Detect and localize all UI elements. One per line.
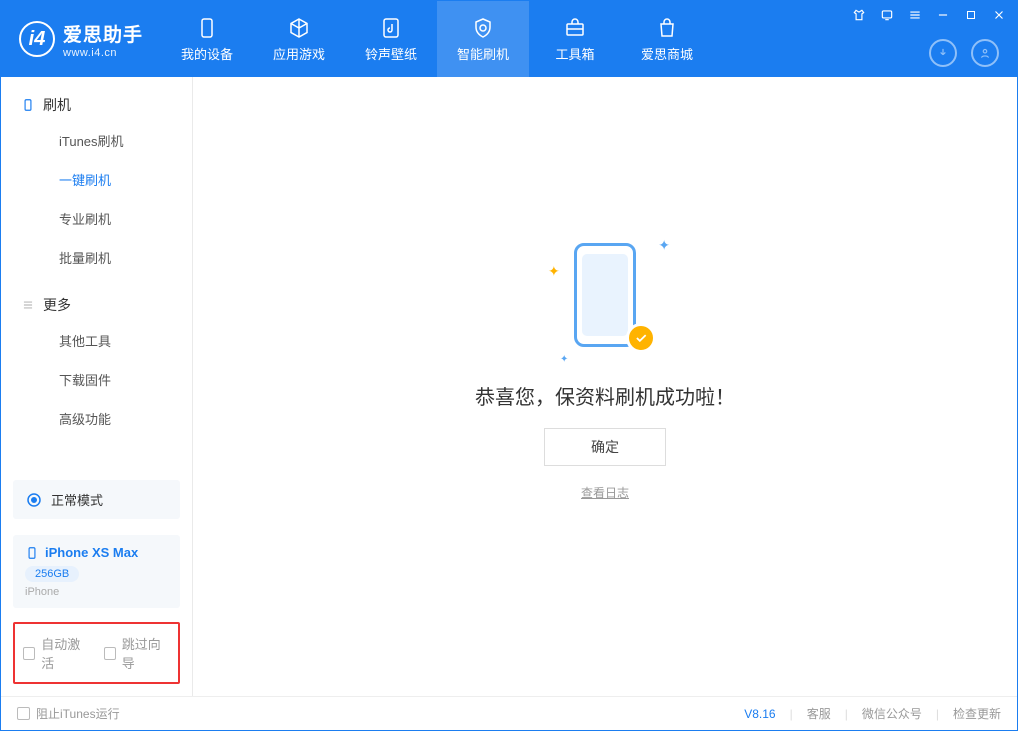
account-button[interactable] — [971, 39, 999, 67]
phone-icon — [21, 98, 35, 112]
sidebar-item-other-tools[interactable]: 其他工具 — [1, 321, 192, 360]
window-controls — [851, 7, 1007, 23]
menu-icon[interactable] — [907, 7, 923, 23]
device-storage-badge: 256GB — [25, 566, 79, 582]
download-button[interactable] — [929, 39, 957, 67]
bag-icon — [655, 16, 679, 40]
sparkle-icon: ✦ — [560, 354, 568, 365]
view-log-link[interactable]: 查看日志 — [581, 484, 629, 501]
sidebar-item-pro-flash[interactable]: 专业刷机 — [1, 199, 192, 238]
device-icon — [195, 16, 219, 40]
tab-apps-games[interactable]: 应用游戏 — [253, 1, 345, 77]
minimize-button[interactable] — [935, 7, 951, 23]
device-info[interactable]: iPhone XS Max 256GB iPhone — [13, 535, 180, 608]
success-check-icon — [626, 323, 656, 353]
ok-button[interactable]: 确定 — [544, 428, 666, 466]
footer-support-link[interactable]: 客服 — [807, 705, 831, 722]
refresh-shield-icon — [471, 16, 495, 40]
sidebar-section-flash: 刷机 — [1, 95, 192, 121]
feedback-icon[interactable] — [879, 7, 895, 23]
shirt-icon[interactable] — [851, 7, 867, 23]
checkbox-icon — [104, 647, 116, 660]
checkbox-block-itunes[interactable]: 阻止iTunes运行 — [17, 705, 120, 722]
success-illustration: ✦ ✦ ✦ — [550, 233, 660, 363]
checkbox-icon — [23, 647, 35, 660]
logo-badge-icon: i4 — [19, 21, 55, 57]
device-name: iPhone XS Max — [45, 545, 138, 560]
sidebar-item-advanced[interactable]: 高级功能 — [1, 399, 192, 438]
tab-toolbox[interactable]: 工具箱 — [529, 1, 621, 77]
sparkle-icon: ✦ — [548, 263, 560, 280]
tab-ringtones-wallpapers[interactable]: 铃声壁纸 — [345, 1, 437, 77]
maximize-button[interactable] — [963, 7, 979, 23]
music-file-icon — [379, 16, 403, 40]
nav-tabs: 我的设备 应用游戏 铃声壁纸 智能刷机 工具箱 爱思商城 — [161, 1, 713, 77]
main-content: ✦ ✦ ✦ 恭喜您，保资料刷机成功啦！ 确定 查看日志 — [193, 77, 1017, 696]
success-message: 恭喜您，保资料刷机成功啦！ — [475, 381, 735, 410]
header: i4 爱思助手 www.i4.cn 我的设备 应用游戏 铃声壁纸 智能刷机 — [1, 1, 1017, 77]
app-window: i4 爱思助手 www.i4.cn 我的设备 应用游戏 铃声壁纸 智能刷机 — [0, 0, 1018, 731]
cube-icon — [287, 16, 311, 40]
status-bar: 阻止iTunes运行 V8.16 | 客服 | 微信公众号 | 检查更新 — [1, 696, 1017, 730]
list-icon — [21, 298, 35, 312]
tab-my-device[interactable]: 我的设备 — [161, 1, 253, 77]
sidebar-item-onekey-flash[interactable]: 一键刷机 — [1, 160, 192, 199]
tab-store[interactable]: 爱思商城 — [621, 1, 713, 77]
device-type: iPhone — [25, 586, 168, 598]
sidebar-item-download-firmware[interactable]: 下载固件 — [1, 360, 192, 399]
checkbox-skip-guide[interactable]: 跳过向导 — [104, 634, 171, 672]
toolbox-icon — [563, 16, 587, 40]
footer-check-update-link[interactable]: 检查更新 — [953, 705, 1001, 722]
checkbox-icon — [17, 707, 30, 720]
sidebar-section-more: 更多 — [1, 295, 192, 321]
footer-wechat-link[interactable]: 微信公众号 — [862, 705, 922, 722]
app-url: www.i4.cn — [63, 47, 143, 59]
app-logo: i4 爱思助手 www.i4.cn — [1, 1, 161, 77]
checkbox-auto-activate[interactable]: 自动激活 — [23, 634, 90, 672]
mode-icon — [25, 491, 43, 509]
device-mode[interactable]: 正常模式 — [13, 480, 180, 519]
flash-options-highlight: 自动激活 跳过向导 — [13, 622, 180, 684]
version-label: V8.16 — [744, 707, 775, 721]
body: 刷机 iTunes刷机 一键刷机 专业刷机 批量刷机 更多 其他工具 下载固件 … — [1, 77, 1017, 696]
sidebar-item-batch-flash[interactable]: 批量刷机 — [1, 238, 192, 277]
header-actions — [929, 39, 999, 67]
device-small-icon — [25, 546, 39, 560]
close-button[interactable] — [991, 7, 1007, 23]
app-title: 爱思助手 — [63, 20, 143, 47]
sidebar: 刷机 iTunes刷机 一键刷机 专业刷机 批量刷机 更多 其他工具 下载固件 … — [1, 77, 193, 696]
sidebar-item-itunes-flash[interactable]: iTunes刷机 — [1, 121, 192, 160]
tab-smart-flash[interactable]: 智能刷机 — [437, 1, 529, 77]
sparkle-icon: ✦ — [658, 237, 670, 254]
